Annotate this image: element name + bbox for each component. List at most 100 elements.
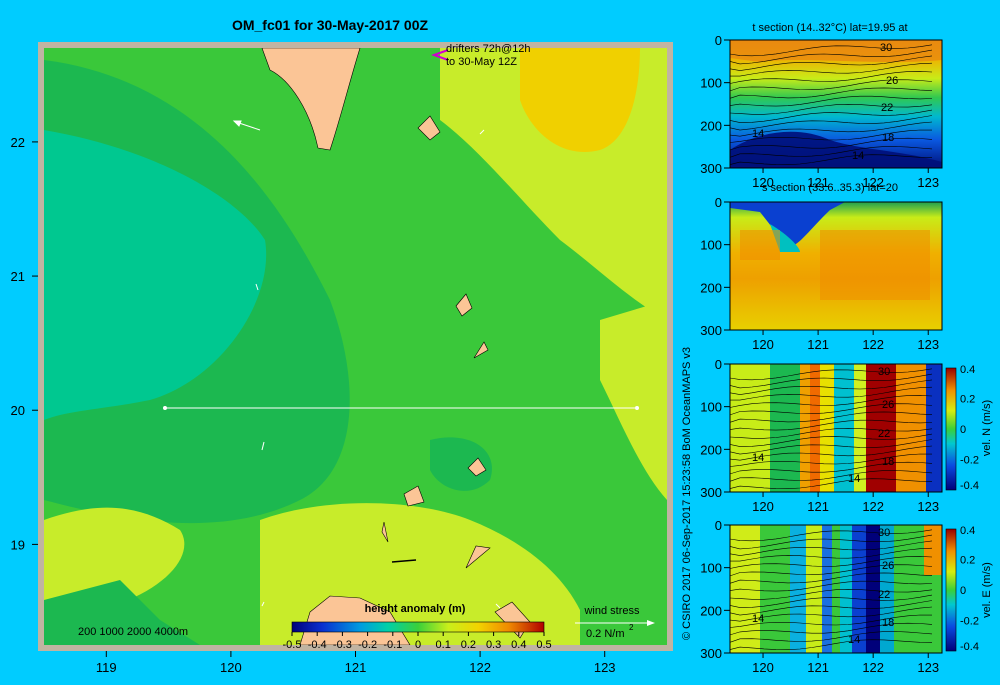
map-x-ticks: 119 120 121 122 123 (96, 651, 616, 675)
t-label-30: 30 (880, 42, 892, 54)
map-x-tick-label: 120 (220, 660, 242, 675)
t-section-title: t section (14..32°C) lat=19.95 at (752, 22, 907, 34)
colorbar-tick-label: -0.2 (358, 639, 377, 651)
u-label-26: 26 (882, 560, 894, 572)
section-y-tick-label: 200 (700, 603, 722, 618)
t-label-14b: 14 (852, 150, 864, 162)
colorbar-tick-label: -0.1 (383, 639, 402, 651)
section-y-tick-label: 100 (700, 400, 722, 415)
vel-colorbar-tick-label: -0.2 (960, 616, 979, 628)
map-y-tick-label: 20 (11, 403, 25, 418)
colorbar-tick-label: 0 (415, 639, 421, 651)
section-y-tick-label: 0 (715, 195, 722, 210)
section-x-tick-label: 123 (917, 175, 939, 190)
t-label-22: 22 (881, 102, 893, 114)
section-x-tick-label: 121 (807, 499, 829, 514)
section-y-tick-label: 0 (715, 33, 722, 48)
figure: OM_fc01 for 30-May-2017 00Z drifters 72h… (0, 0, 1000, 680)
map-y-tick-label: 21 (11, 269, 25, 284)
map-x-tick-label: 119 (96, 660, 117, 675)
credit-text: © CSIRO 2017 06-Sep-2017 15:23:58 BoM Oc… (681, 347, 693, 640)
map-y-tick-label: 19 (11, 537, 25, 552)
colorbar-tick-label: -0.4 (308, 639, 327, 651)
section-x-tick-label: 120 (752, 175, 774, 190)
u-label-14a: 14 (752, 613, 764, 625)
section-y-tick-label: 300 (700, 485, 722, 500)
vel-n-colorbar (945, 367, 957, 491)
section-x-tick-label: 122 (862, 175, 884, 190)
v-label-22: 22 (878, 428, 890, 440)
t-label-18: 18 (882, 132, 894, 144)
section-x-tick-label: 120 (752, 660, 774, 675)
vel-e-label: vel. E (m/s) (981, 562, 993, 618)
vel-colorbar-tick-label: -0.4 (960, 480, 979, 492)
u-label-30: 30 (878, 527, 890, 539)
map-y-tick-label: 22 (11, 135, 25, 150)
vel-colorbar-tick-label: 0.4 (960, 364, 975, 376)
section-x-tick-label: 123 (917, 337, 939, 352)
section-x-tick-label: 121 (807, 175, 829, 190)
section-y-tick-label: 300 (700, 161, 722, 176)
section-y-tick-label: 100 (700, 561, 722, 576)
map-x-tick-label: 123 (594, 660, 616, 675)
colorbar-tick-label: -0.3 (333, 639, 352, 651)
main-map: drifters 72h@12h to 30-May 12Z 200 1000 … (11, 42, 673, 675)
u-label-18: 18 (882, 617, 894, 629)
t-section-panel: t section (14..32°C) lat=19.95 at 30 26 … (729, 22, 943, 169)
section-x-tick-label: 123 (917, 499, 939, 514)
colorbar-tick-label: 0.2 (461, 639, 476, 651)
vel-colorbar-tick-label: 0.2 (960, 555, 975, 567)
t-label-26: 26 (886, 75, 898, 87)
vel-colorbar-tick-label: 0.4 (960, 525, 975, 537)
map-x-tick-label: 122 (469, 660, 491, 675)
bathymetry-legend: 200 1000 2000 4000m (78, 626, 188, 638)
figure-svg: OM_fc01 for 30-May-2017 00Z drifters 72h… (11, 17, 993, 675)
section-x-tick-label: 122 (862, 499, 884, 514)
section-x-tick-label: 121 (807, 337, 829, 352)
colorbar-title: height anomaly (m) (365, 603, 466, 615)
colorbar-tick-label: -0.5 (283, 639, 302, 651)
v-label-14a: 14 (752, 452, 764, 464)
section-y-tick-label: 300 (700, 646, 722, 661)
u-label-22: 22 (878, 589, 890, 601)
vel-colorbar-tick-label: -0.4 (960, 641, 979, 653)
vel-n-label: vel. N (m/s) (981, 400, 993, 456)
wind-stress-title: wind stress (583, 605, 640, 617)
vel-colorbar-tick-label: 0 (960, 585, 966, 597)
map-y-ticks: 19 20 21 22 (11, 135, 38, 552)
section-y-tick-label: 0 (715, 357, 722, 372)
section-y-tick-label: 0 (715, 518, 722, 533)
wind-stress-unit: 0.2 N/m (586, 628, 625, 640)
colorbar-tick-label: 0.1 (436, 639, 451, 651)
colorbar-tick-label: 0.5 (536, 639, 551, 651)
u-label-14b: 14 (848, 634, 860, 646)
drifter-note-2: to 30-May 12Z (446, 56, 517, 68)
section-y-tick-label: 300 (700, 323, 722, 338)
v-label-30: 30 (878, 366, 890, 378)
section-x-tick-label: 120 (752, 499, 774, 514)
section-y-tick-label: 100 (700, 238, 722, 253)
section-y-tick-label: 200 (700, 442, 722, 457)
wind-stress-exponent: 2 (629, 623, 634, 632)
section-x-tick-label: 122 (862, 660, 884, 675)
map-x-tick-label: 121 (345, 660, 367, 675)
t-label-14a: 14 (752, 128, 764, 140)
vel-e-colorbar (945, 528, 957, 652)
section-x-tick-label: 120 (752, 337, 774, 352)
drifter-note-1: drifters 72h@12h (446, 43, 531, 55)
section-x-tick-label: 121 (807, 660, 829, 675)
section-x-tick-label: 122 (862, 337, 884, 352)
height-colorbar (291, 621, 545, 633)
v-label-14b: 14 (848, 473, 860, 485)
vel-colorbar-tick-label: -0.2 (960, 455, 979, 467)
v-label-26: 26 (882, 399, 894, 411)
u-section-panel: 30 26 22 18 14 14 vel. E (m/s) (729, 524, 993, 654)
section-y-tick-label: 200 (700, 118, 722, 133)
vel-colorbar-tick-label: 0 (960, 424, 966, 436)
s-section-panel: s section (33.6..35.3) lat=20 (729, 182, 943, 331)
section-y-tick-label: 200 (700, 280, 722, 295)
colorbar-tick-label: 0.4 (511, 639, 526, 651)
v-label-18: 18 (882, 456, 894, 468)
vel-colorbar-tick-label: 0.2 (960, 394, 975, 406)
figure-title: OM_fc01 for 30-May-2017 00Z (232, 17, 429, 33)
